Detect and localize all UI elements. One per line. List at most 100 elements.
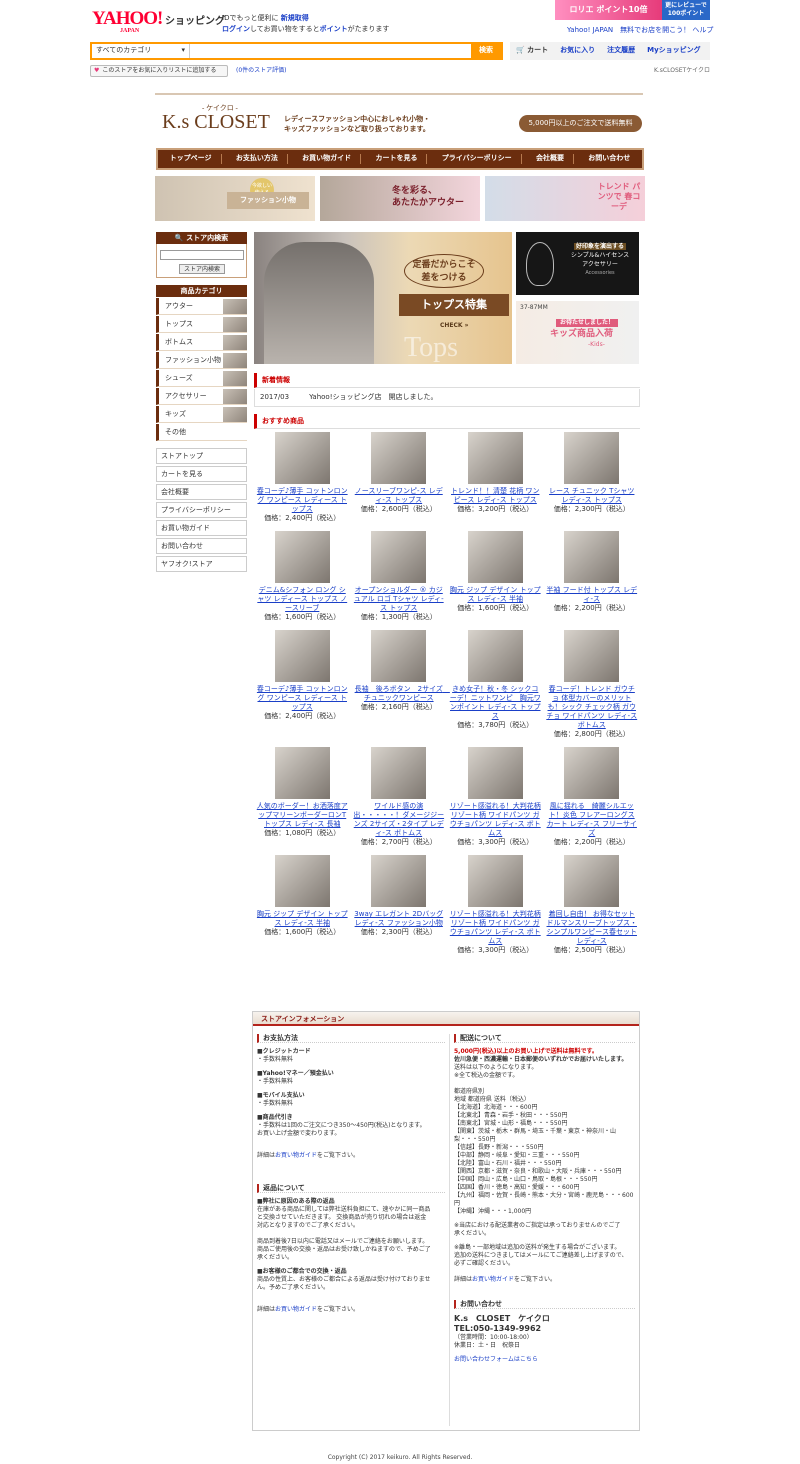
sidebar-item-kids[interactable]: キッズ (156, 406, 247, 423)
link-yahuoku[interactable]: ヤフオク!ストア (156, 556, 247, 572)
register-link[interactable]: 新規取得 (281, 14, 309, 22)
product-card[interactable]: 長袖 後ろボタン 2サイズ チュニックワンピース 価格：2,160円（税込） (351, 630, 450, 739)
product-name-link[interactable]: トレンド！！清楚 花柄 ワンピース レディ-ス トップス (449, 487, 542, 505)
product-card[interactable]: リゾート感溢れる！大判花柄リゾート柄 ワイドパンツ ガウチョパンツ レディ-ス … (447, 747, 544, 847)
sidebar-item-goods[interactable]: ファッション小物 (156, 352, 247, 369)
product-image[interactable] (564, 531, 620, 584)
product-card[interactable]: ワイルド感の演出・・・・・！ダメージジーンズ 2サイズ・2タイプ レディ-ス ボ… (351, 747, 448, 847)
shopping-label[interactable]: ショッピング (165, 15, 225, 28)
product-name-link[interactable]: 長袖 後ろボタン 2サイズ チュニックワンピース (353, 685, 450, 703)
product-name-link[interactable]: オープンショルダー ® カジュアル ロゴ Tシャツ レディ-ス トップス (353, 586, 446, 613)
open-store-link[interactable]: Yahoo! JAPAN 無料でお店を開こう！ (567, 26, 690, 34)
gnav-privacy[interactable]: プライバシーポリシー (433, 154, 522, 164)
product-name-link[interactable]: きめ女子！秋・冬 シックコーデ！ニットワンピ 胸元ワンポイント レディ-ス トッ… (449, 685, 542, 721)
product-name-link[interactable]: 胸元 ジップ デザイン トップス レディ-ス 半袖 (256, 910, 349, 928)
guide-link[interactable]: お買い物ガイド (275, 1152, 317, 1159)
product-name-link[interactable]: 胸元 ジップ デザイン トップス レディ-ス 半袖 (449, 586, 542, 604)
store-search-button[interactable]: ストア内検索 (179, 264, 225, 274)
login-link[interactable]: ログイン (222, 25, 250, 33)
nav-cart[interactable]: 🛒 カート (510, 46, 554, 55)
sidebar-item-accessory[interactable]: アクセサリー (156, 388, 247, 405)
product-image[interactable] (371, 747, 427, 800)
product-card[interactable]: デニム&シフォン ロング シャツ レディース トップス ノースリーブ 価格：1,6… (254, 531, 351, 622)
product-card[interactable]: 風に揺れる 綺麗シルエット！炎色 フレアーロングスカート レディ-ス フリーサイ… (544, 747, 641, 847)
product-name-link[interactable]: 春コーデ♪薄手 コットンロング ワンピース レディース トップス (256, 487, 349, 514)
product-image[interactable] (564, 432, 620, 484)
hero-tops-banner[interactable]: Tops 定番だからこそ 差をつける トップス特集 CHECK » (254, 232, 512, 364)
link-contact[interactable]: お問い合わせ (156, 538, 247, 554)
product-image[interactable] (274, 747, 330, 800)
store-logo[interactable]: - ケイクロ - K.s CLOSET (162, 105, 270, 133)
product-card[interactable]: 人気のボーダー！お洒落度アップマリーンボーダーロンT トップス レディ-ス 長袖… (254, 747, 351, 847)
sidebar-item-other[interactable]: その他 (156, 424, 247, 441)
gnav-top[interactable]: トップページ (161, 154, 222, 164)
link-company[interactable]: 会社概要 (156, 484, 247, 500)
gnav-guide[interactable]: お買い物ガイド (293, 154, 362, 164)
product-name-link[interactable]: 半袖 フード付 トップス レディ-ス (546, 586, 639, 604)
product-image[interactable] (467, 531, 523, 584)
product-image[interactable] (274, 630, 330, 683)
product-card[interactable]: オープンショルダー ® カジュアル ロゴ Tシャツ レディ-ス トップス 価格：1… (351, 531, 448, 622)
product-image[interactable] (467, 855, 523, 908)
gnav-cart[interactable]: カートを見る (366, 154, 428, 164)
guide-link[interactable]: お買い物ガイド (275, 1306, 317, 1313)
product-image[interactable] (371, 855, 427, 908)
yahoo-logo[interactable]: YAHOO! JAPAN (92, 9, 163, 35)
nav-favorites[interactable]: お気に入り (554, 46, 601, 55)
search-button[interactable]: 検索 (471, 44, 501, 58)
product-card[interactable]: ノースリーブワンピ-ス レディ-ス トップス 価格：2,600円（税込） (351, 432, 448, 523)
link-privacy[interactable]: プライバシーポリシー (156, 502, 247, 518)
product-card[interactable]: リゾート感溢れる！大判花柄リゾート柄 ワイドパンツ ガウチョパンツ レディ-ス … (447, 855, 544, 955)
category-select[interactable]: すべてのカテゴリ ▾ (92, 44, 190, 58)
gnav-company[interactable]: 会社概要 (527, 154, 574, 164)
product-card[interactable]: 胸元 ジップ デザイン トップス レディ-ス 半袖 価格：1,600円（税込） (447, 531, 544, 622)
search-input[interactable] (190, 44, 471, 58)
product-card[interactable]: 春コーデ♪薄手 コットンロング ワンピース レディース トップス 価格：2,400… (254, 432, 351, 523)
product-card[interactable]: 春コーデ♪薄手 コットンロング ワンピース レディース トップス 価格：2,400… (254, 630, 351, 739)
promo-outer[interactable]: 冬を彩る、 あたたかアウター (320, 176, 480, 221)
sidebar-item-bottoms[interactable]: ボトムス (156, 334, 247, 351)
product-card[interactable]: 胸元 ジップ デザイン トップス レディ-ス 半袖 価格：1,600円（税込） (254, 855, 351, 955)
guide-link[interactable]: お買い物ガイド (472, 1276, 514, 1283)
link-guide[interactable]: お買い物ガイド (156, 520, 247, 536)
product-image[interactable] (274, 531, 330, 584)
product-image[interactable] (371, 432, 427, 484)
contact-form-link[interactable]: お問い合わせフォームはこちら (454, 1356, 538, 1363)
link-cart[interactable]: カートを見る (156, 466, 247, 482)
product-card[interactable]: 着回し自由！ お得なセット ドルマンスリーブトップス・シンプルワンピース春セット… (544, 855, 641, 955)
store-review-count[interactable]: (0件のストア評価) (236, 67, 287, 75)
product-image[interactable] (274, 432, 330, 484)
help-link[interactable]: ヘルプ (692, 26, 713, 34)
product-name-link[interactable]: リゾート感溢れる！大判花柄リゾート柄 ワイドパンツ ガウチョパンツ レディ-ス … (449, 802, 542, 838)
product-name-link[interactable]: 風に揺れる 綺麗シルエット！炎色 フレアーロングスカート レディ-ス フリーサイ… (546, 802, 639, 838)
gnav-contact[interactable]: お問い合わせ (579, 154, 639, 163)
product-name-link[interactable]: レース チュニック Tシャツ レディ-ス トップス (546, 487, 639, 505)
product-card[interactable]: トレンド！！清楚 花柄 ワンピース レディ-ス トップス 価格：3,200円（税込… (447, 432, 544, 523)
add-favorite-button[interactable]: ♥ このストアをお気に入りリストに追加する (90, 65, 228, 77)
sidebar-item-outer[interactable]: アウター (156, 298, 247, 315)
sidebar-item-tops[interactable]: トップス (156, 316, 247, 333)
kids-banner[interactable]: 37-87MM お待たせしました！ キッズ商品入荷 -Kids- (516, 301, 639, 364)
product-image[interactable] (564, 855, 620, 908)
product-card[interactable]: レース チュニック Tシャツ レディ-ス トップス 価格：2,300円（税込） (544, 432, 641, 523)
product-name-link[interactable]: 人気のボーダー！お洒落度アップマリーンボーダーロンT トップス レディ-ス 長袖 (256, 802, 349, 829)
product-name-link[interactable]: 3way エレガント 2Dバッグ レディ-ス ファッション小物 (353, 910, 446, 928)
product-name-link[interactable]: 春コーデ！トレンド ガウチョ 体型カバーのメリットも！シック チェック柄 ガウチ… (546, 685, 639, 730)
product-image[interactable] (467, 432, 523, 484)
point-link[interactable]: ポイント (320, 25, 348, 33)
product-card[interactable]: きめ女子！秋・冬 シックコーデ！ニットワンピ 胸元ワンポイント レディ-ス トッ… (447, 630, 544, 739)
product-card[interactable]: 半袖 フード付 トップス レディ-ス 価格：2,200円（税込） (544, 531, 641, 622)
product-image[interactable] (564, 630, 620, 683)
product-name-link[interactable]: ノースリーブワンピ-ス レディ-ス トップス (353, 487, 446, 505)
product-image[interactable] (274, 855, 330, 908)
sidebar-item-shoes[interactable]: シューズ (156, 370, 247, 387)
product-card[interactable]: 春コーデ！トレンド ガウチョ 体型カバーのメリットも！シック チェック柄 ガウチ… (544, 630, 641, 739)
product-image[interactable] (371, 630, 427, 683)
product-image[interactable] (564, 747, 620, 800)
nav-order-history[interactable]: 注文履歴 (601, 46, 641, 55)
product-name-link[interactable]: 着回し自由！ お得なセット ドルマンスリーブトップス・シンプルワンピース春セット… (546, 910, 639, 946)
product-card[interactable]: 3way エレガント 2Dバッグ レディ-ス ファッション小物 価格：2,300円… (351, 855, 448, 955)
promo-pants[interactable]: トレンド パンツで 春コーデ (485, 176, 645, 221)
promo-fashion-goods[interactable]: 今欲しい 使える ファッション小物 (155, 176, 315, 221)
accessory-banner[interactable]: 好印象を演出する シンプル&ハイセンス アクセサリー Accessories (516, 232, 639, 295)
